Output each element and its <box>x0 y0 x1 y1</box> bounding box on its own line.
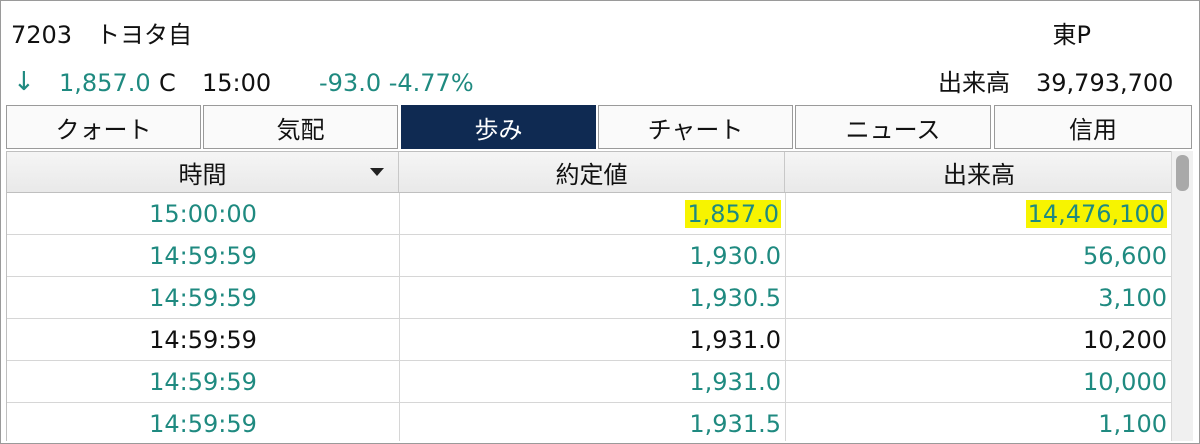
table-row[interactable]: 14:59:59 1,931.0 10,000 <box>7 361 1173 403</box>
scrollbar-thumb[interactable] <box>1176 155 1189 191</box>
price-cell: 1,930.0 <box>399 235 785 276</box>
price-value: 1,931.0 <box>689 367 781 396</box>
volume-value: 3,100 <box>1098 283 1167 312</box>
table-row[interactable]: 14:59:59 1,930.0 56,600 <box>7 235 1173 277</box>
volume-value: 39,793,700 <box>1036 69 1174 97</box>
tab-chart[interactable]: チャート <box>598 105 793 149</box>
column-header-volume[interactable]: 出来高 <box>785 152 1173 192</box>
price-value: 1,931.0 <box>689 325 781 354</box>
column-header-price[interactable]: 約定値 <box>399 152 785 192</box>
price-time: 15:00 <box>202 69 272 97</box>
tab-bar: クォート 気配 歩み チャート ニュース 信用 <box>6 105 1194 151</box>
column-label: 出来高 <box>943 160 1015 189</box>
time-cell: 14:59:59 <box>7 319 399 360</box>
tab-label: 気配 <box>276 115 325 144</box>
time-value: 14:59:59 <box>149 367 257 396</box>
volume-cell: 1,100 <box>785 403 1173 441</box>
volume-label: 出来高 <box>938 69 1010 97</box>
price-value: 1,930.5 <box>689 283 781 312</box>
tab-margin[interactable]: 信用 <box>994 105 1192 149</box>
tab-news[interactable]: ニュース <box>795 105 991 149</box>
tab-label: クォート <box>55 115 152 144</box>
tab-label: チャート <box>647 115 744 144</box>
table-row[interactable]: 14:59:59 1,930.5 3,100 <box>7 277 1173 319</box>
tab-label: 信用 <box>1069 115 1117 144</box>
volume-cell: 56,600 <box>785 235 1173 276</box>
time-cell: 14:59:59 <box>7 235 399 276</box>
tick-table: 時間 約定値 出来高 15:00:00 1,857.0 14,476,100 1… <box>6 151 1174 441</box>
volume-value: 1,100 <box>1098 409 1167 438</box>
volume-cell: 10,200 <box>785 319 1173 360</box>
table-row[interactable]: 14:59:59 1,931.5 1,100 <box>7 403 1173 441</box>
stock-code: 7203 <box>11 21 73 49</box>
time-cell: 14:59:59 <box>7 277 399 318</box>
volume-value: 10,200 <box>1083 325 1167 354</box>
stock-name: トヨタ自 <box>96 21 192 49</box>
volume-cell: 3,100 <box>785 277 1173 318</box>
table-header: 時間 約定値 出来高 <box>7 151 1173 193</box>
price-cell: 1,931.5 <box>399 403 785 441</box>
price-cell: 1,857.0 <box>399 193 785 234</box>
price-value: 1,930.0 <box>689 241 781 270</box>
time-value: 15:00:00 <box>149 199 257 228</box>
tab-ticks[interactable]: 歩み <box>401 105 596 149</box>
time-cell: 15:00:00 <box>7 193 399 234</box>
price-cell: 1,930.5 <box>399 277 785 318</box>
tab-label: 歩み <box>474 115 523 144</box>
table-row[interactable]: 15:00:00 1,857.0 14,476,100 <box>7 193 1173 235</box>
time-value: 14:59:59 <box>149 325 257 354</box>
price-value: 1,931.5 <box>689 409 781 438</box>
volume-value: 10,000 <box>1083 367 1167 396</box>
column-label: 約定値 <box>555 160 628 189</box>
current-price: 1,857.0 <box>59 69 151 97</box>
time-cell: 14:59:59 <box>7 361 399 402</box>
down-arrow-icon: ↓ <box>13 67 35 97</box>
tab-label: ニュース <box>845 115 941 144</box>
market-label: 東P <box>1052 21 1091 49</box>
time-value: 14:59:59 <box>149 283 257 312</box>
volume-value: 56,600 <box>1083 241 1167 270</box>
column-header-time[interactable]: 時間 <box>7 152 399 192</box>
time-value: 14:59:59 <box>149 409 257 438</box>
vertical-scrollbar[interactable] <box>1171 151 1193 441</box>
stock-trade-window: 7203 トヨタ自 東P ↓ 1,857.0 C 15:00 -93.0 -4.… <box>0 0 1200 444</box>
price-cell: 1,931.0 <box>399 361 785 402</box>
volume-cell: 14,476,100 <box>785 193 1173 234</box>
volume-value: 14,476,100 <box>1025 199 1167 228</box>
volume-cell: 10,000 <box>785 361 1173 402</box>
time-cell: 14:59:59 <box>7 403 399 441</box>
tab-board[interactable]: 気配 <box>203 105 398 149</box>
price-change: -93.0 -4.77% <box>319 69 474 97</box>
column-label: 時間 <box>178 160 227 189</box>
time-value: 14:59:59 <box>149 241 257 270</box>
price-flag: C <box>159 69 176 97</box>
price-cell: 1,931.0 <box>399 319 785 360</box>
price-value: 1,857.0 <box>685 199 781 228</box>
table-row[interactable]: 14:59:59 1,931.0 10,200 <box>7 319 1173 361</box>
tab-quote[interactable]: クォート <box>6 105 201 149</box>
sort-desc-icon[interactable] <box>370 168 384 176</box>
